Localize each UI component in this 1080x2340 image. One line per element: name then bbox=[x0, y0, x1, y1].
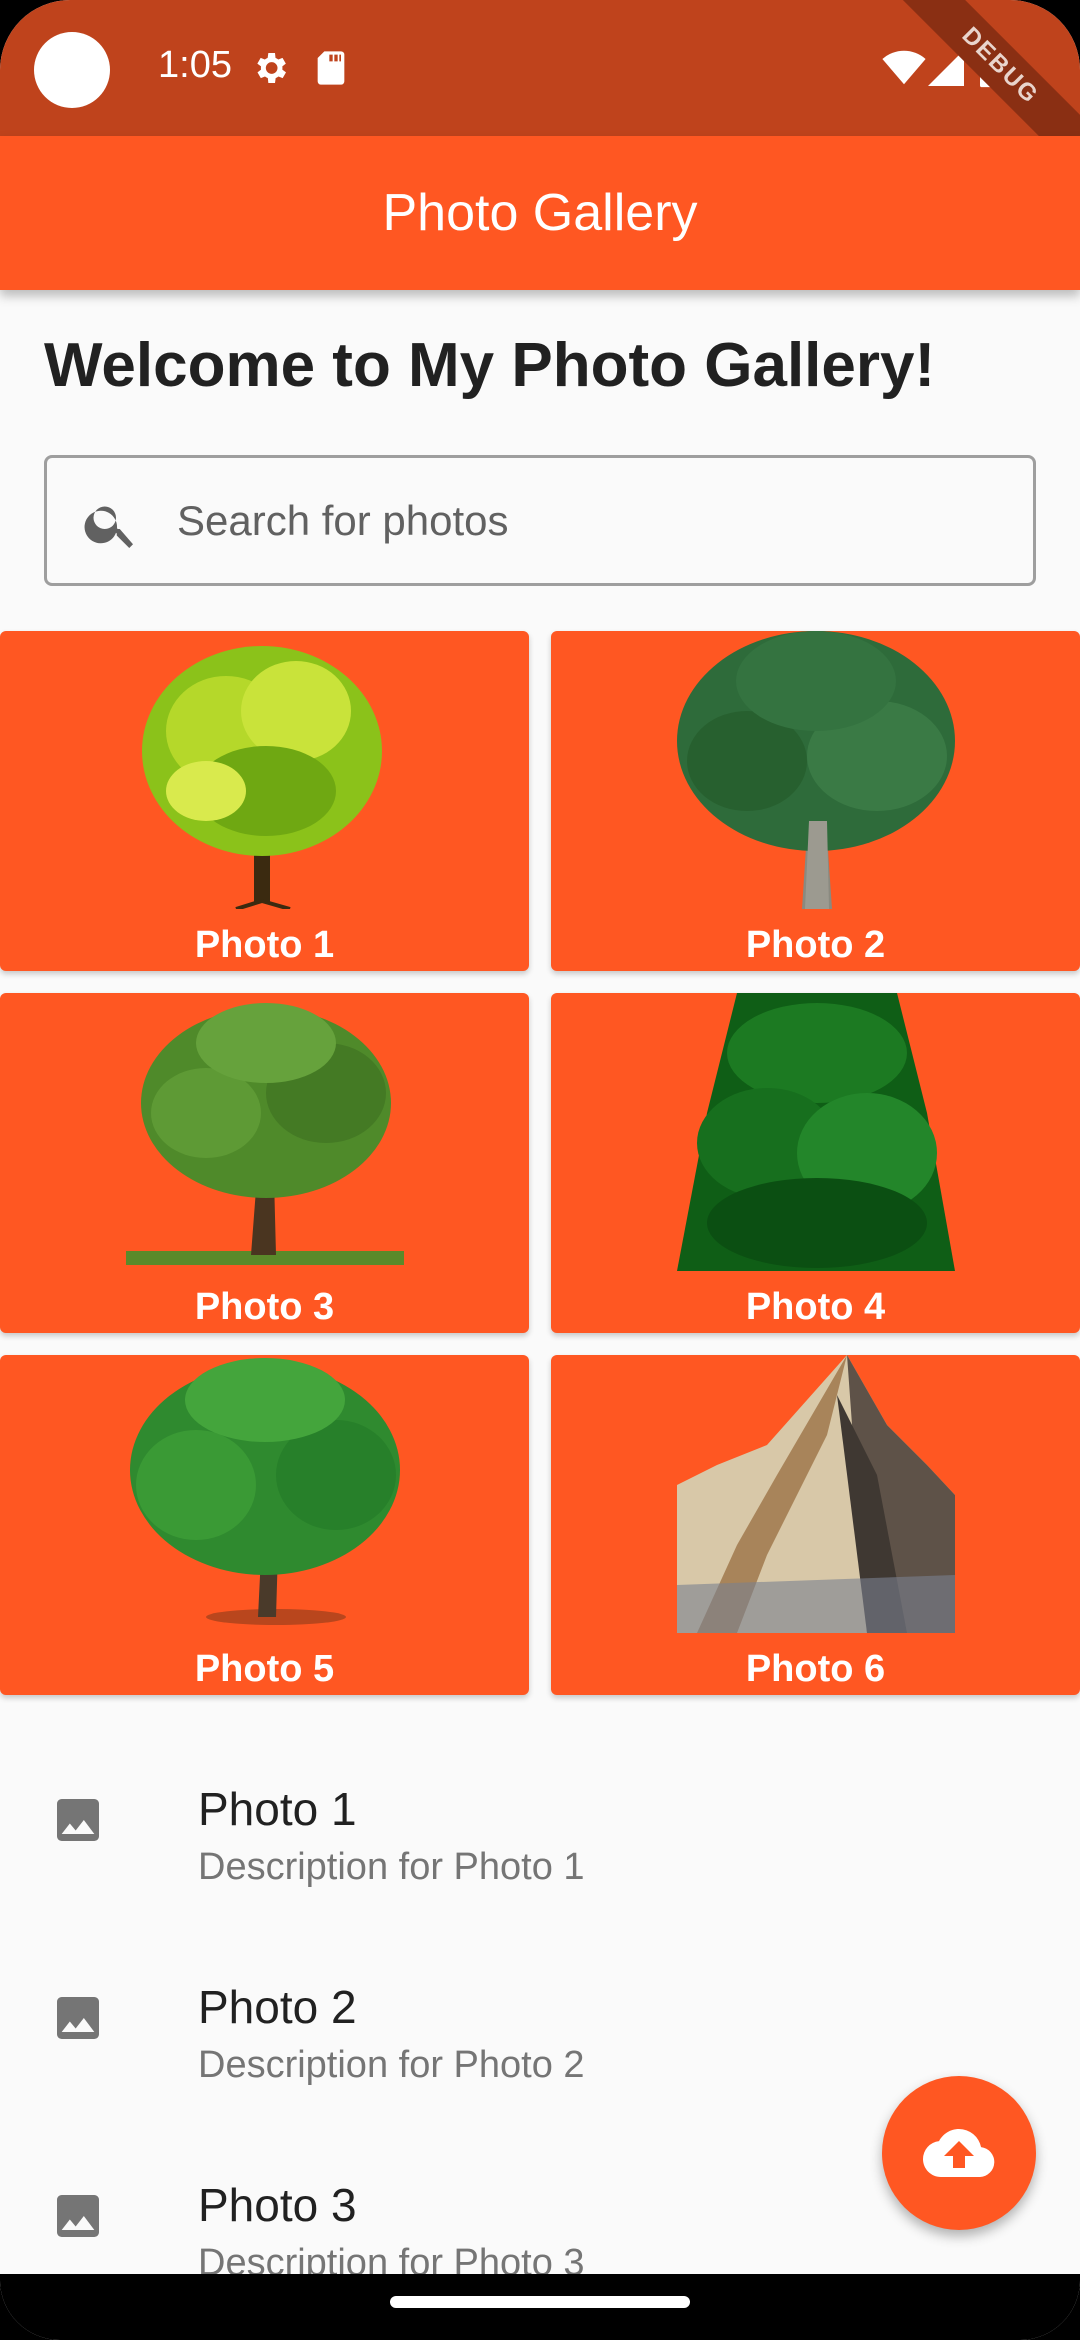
tree-dark-oak-image bbox=[677, 631, 955, 909]
app-bar-title: Photo Gallery bbox=[382, 184, 698, 242]
upload-fab-button[interactable] bbox=[882, 2076, 1036, 2230]
list-item-subtitle: Description for Photo 1 bbox=[198, 1846, 585, 1888]
pine-bush-image bbox=[677, 993, 955, 1271]
photo-card-4[interactable]: Photo 4 bbox=[551, 993, 1080, 1333]
list-item-subtitle: Description for Photo 2 bbox=[198, 2044, 585, 2086]
photo-card-label: Photo 6 bbox=[745, 1648, 886, 1690]
photo-list: Photo 1 Description for Photo 1 Photo 2 … bbox=[0, 1740, 1080, 2334]
photo-card-6[interactable]: Photo 6 bbox=[551, 1355, 1080, 1695]
status-bar: 1:05 DEBUG bbox=[0, 0, 1080, 188]
tree-light-green-image bbox=[142, 646, 382, 909]
photo-card-label: Photo 3 bbox=[194, 1286, 335, 1328]
image-icon bbox=[57, 2195, 99, 2237]
phone-screen: 1:05 DEBUG Photo Gallery Welcome to My P… bbox=[0, 0, 1080, 2340]
system-nav-bar bbox=[0, 2274, 1080, 2340]
image-icon bbox=[57, 1799, 99, 1841]
photo-card-label: Photo 4 bbox=[745, 1286, 886, 1328]
search-input[interactable] bbox=[177, 488, 997, 554]
cloud-upload-icon bbox=[923, 2129, 995, 2177]
tree-olive-image bbox=[126, 1003, 404, 1265]
list-item-title: Photo 3 bbox=[198, 2179, 357, 2231]
photo-card-1[interactable]: Photo 1 bbox=[0, 631, 529, 971]
tree-round-image bbox=[130, 1358, 400, 1625]
page-title: Welcome to My Photo Gallery! bbox=[44, 331, 936, 400]
photo-grid: Photo 1 Photo 2 Photo 3 Photo 4 Photo 5 … bbox=[0, 631, 1080, 1695]
search-icon bbox=[84, 506, 133, 548]
list-item-title: Photo 1 bbox=[198, 1783, 357, 1835]
photo-card-label: Photo 5 bbox=[194, 1648, 335, 1690]
photo-card-2[interactable]: Photo 2 bbox=[551, 631, 1080, 971]
list-item-title: Photo 2 bbox=[198, 1981, 357, 2033]
app-bar: Photo Gallery bbox=[0, 136, 1080, 290]
photo-card-label: Photo 2 bbox=[745, 924, 886, 966]
camera-cutout bbox=[34, 32, 110, 108]
sd-card-icon bbox=[317, 51, 345, 85]
wifi-icon bbox=[882, 50, 926, 85]
photo-card-3[interactable]: Photo 3 bbox=[0, 993, 529, 1333]
photo-card-label: Photo 1 bbox=[194, 924, 335, 966]
settings-icon bbox=[257, 53, 286, 83]
status-time: 1:05 bbox=[158, 44, 232, 86]
photo-card-5[interactable]: Photo 5 bbox=[0, 1355, 529, 1695]
search-field[interactable] bbox=[44, 455, 1036, 586]
image-icon bbox=[57, 1997, 99, 2039]
list-item[interactable]: Photo 1 Description for Photo 1 bbox=[0, 1740, 1080, 1938]
mountain-peak-image bbox=[677, 1355, 955, 1633]
home-gesture-handle[interactable] bbox=[390, 2296, 690, 2308]
